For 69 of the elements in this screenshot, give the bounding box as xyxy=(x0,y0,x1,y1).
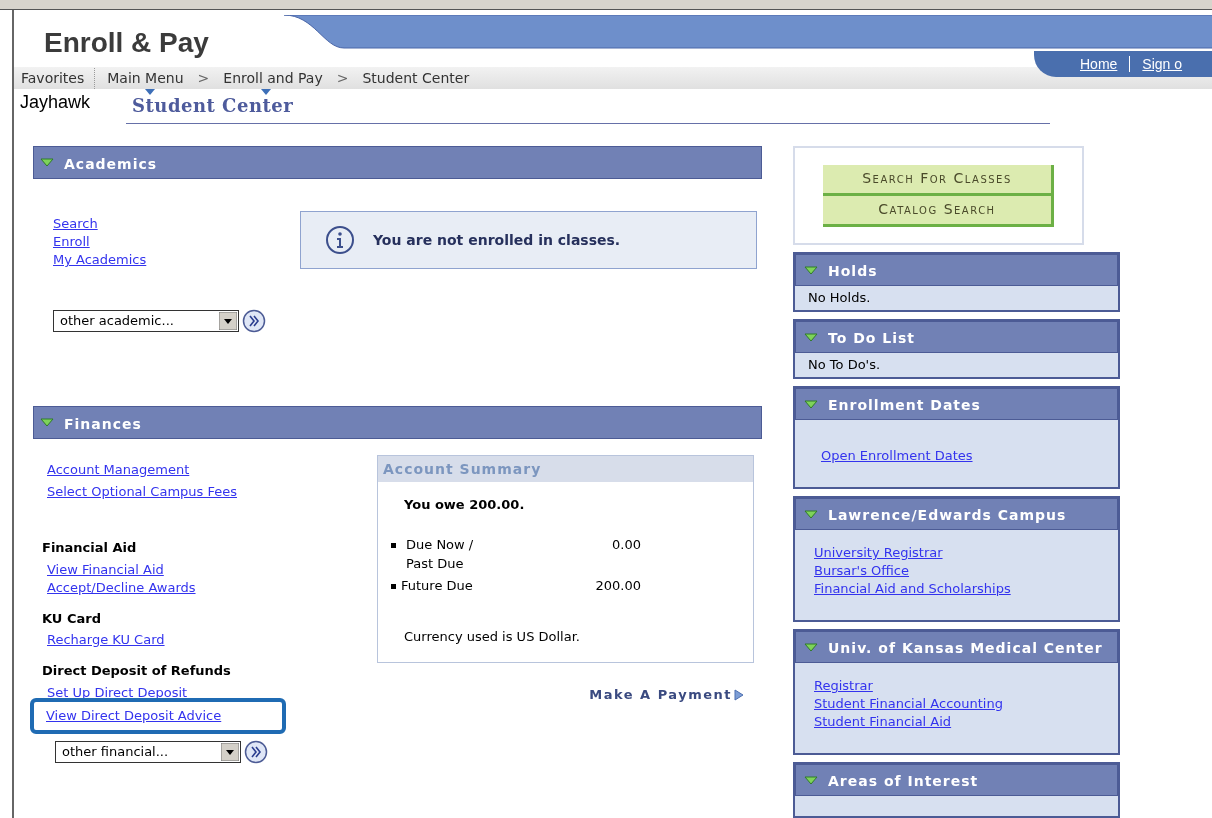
bullet-icon xyxy=(391,542,396,548)
collapse-triangle-icon[interactable] xyxy=(804,265,818,275)
nav-link[interactable]: Home xyxy=(1080,53,1118,75)
finance-link[interactable]: Accept/Decline Awards xyxy=(42,578,373,597)
section-title: Finances xyxy=(64,414,142,434)
academics-link[interactable]: Enroll xyxy=(53,233,300,251)
bullet-icon xyxy=(391,583,396,589)
user-name: Jayhawk xyxy=(19,91,92,114)
group-heading: KU Card xyxy=(42,609,102,628)
section-title: Academics xyxy=(64,154,158,174)
group-heading: Financial Aid xyxy=(42,539,138,557)
dropdown-field[interactable]: other academic... xyxy=(53,310,239,332)
breadcrumb-separator: > xyxy=(335,68,350,88)
section-title: To Do List xyxy=(828,329,916,348)
search-button[interactable]: Search For Classes xyxy=(823,164,1054,196)
play-arrow-icon xyxy=(734,688,744,701)
breadcrumb-separator: > xyxy=(196,68,211,88)
amount-owed: You owe 200.00. xyxy=(404,496,526,514)
page-title: Student Center xyxy=(132,95,294,116)
finance-link[interactable]: Recharge KU Card xyxy=(42,631,373,649)
collapse-triangle-icon[interactable] xyxy=(804,509,818,519)
panel-link[interactable]: Registrar xyxy=(814,677,1099,695)
section-title: Univ. of Kansas Medical Center xyxy=(828,639,1103,658)
go-icon[interactable] xyxy=(242,309,266,333)
summary-title: Account Summary xyxy=(383,459,542,479)
group-heading: Direct Deposit of Refunds xyxy=(42,662,232,680)
collapse-triangle-icon[interactable] xyxy=(40,418,54,427)
panel-link[interactable]: Open Enrollment Dates xyxy=(821,447,1099,465)
collapse-triangle-icon[interactable] xyxy=(804,642,818,652)
finance-link[interactable]: Account Management xyxy=(47,459,373,481)
make-payment-link[interactable]: Make A Payment xyxy=(589,685,744,705)
panel-text: No To Do's. xyxy=(807,356,882,374)
panel-text: No Holds. xyxy=(807,289,872,307)
summary-amount: 200.00 xyxy=(594,576,641,595)
section-title: Enrollment Dates xyxy=(828,396,981,415)
panel-link[interactable]: University Registrar xyxy=(814,544,1099,562)
breadcrumb-item[interactable]: Student Center xyxy=(362,67,470,95)
dropdown-arrow-icon xyxy=(219,312,237,330)
section-title: Holds xyxy=(828,262,878,281)
currency-note: Currency used is US Dollar. xyxy=(404,628,581,646)
info-icon xyxy=(325,225,355,255)
finance-link[interactable]: Select Optional Campus Fees xyxy=(47,481,373,503)
panel-link[interactable]: Financial Aid and Scholarships xyxy=(814,580,1099,598)
search-button[interactable]: Catalog Search xyxy=(823,195,1054,227)
go-icon[interactable] xyxy=(244,739,268,764)
dropdown-field[interactable]: other financial... xyxy=(55,740,241,763)
nav-link[interactable]: Sign o xyxy=(1142,53,1183,75)
app-title: Enroll & Pay xyxy=(44,26,209,60)
panel-link[interactable]: Student Financial Accounting xyxy=(814,695,1099,713)
highlighted-link[interactable]: View Direct Deposit Advice xyxy=(30,697,286,734)
academics-link[interactable]: My Academics xyxy=(53,251,300,269)
dropdown-arrow-icon xyxy=(221,742,239,761)
collapse-triangle-icon[interactable] xyxy=(804,332,818,342)
panel-link[interactable]: Student Financial Aid xyxy=(814,713,1099,731)
collapse-triangle-icon[interactable] xyxy=(804,399,818,409)
panel-link[interactable]: Bursar's Office xyxy=(814,562,1099,580)
section-title: Areas of Interest xyxy=(828,772,979,791)
breadcrumb-item[interactable]: Enroll and Pay xyxy=(223,67,323,95)
favorites-menu[interactable]: Favorites xyxy=(21,67,96,89)
breadcrumb-item[interactable]: Main Menu xyxy=(107,67,184,95)
collapse-triangle-icon[interactable] xyxy=(40,158,54,167)
notice-text: You are not enrolled in classes. xyxy=(373,230,621,250)
collapse-triangle-icon[interactable] xyxy=(804,775,818,785)
summary-label: Due Now / Past Due xyxy=(405,535,475,573)
finance-link[interactable]: View Financial Aid xyxy=(42,560,373,579)
section-title: Lawrence/Edwards Campus xyxy=(828,506,1067,525)
summary-amount: 0.00 xyxy=(611,535,641,554)
summary-label: Future Due xyxy=(401,576,474,595)
academics-link[interactable]: Search xyxy=(53,215,300,233)
